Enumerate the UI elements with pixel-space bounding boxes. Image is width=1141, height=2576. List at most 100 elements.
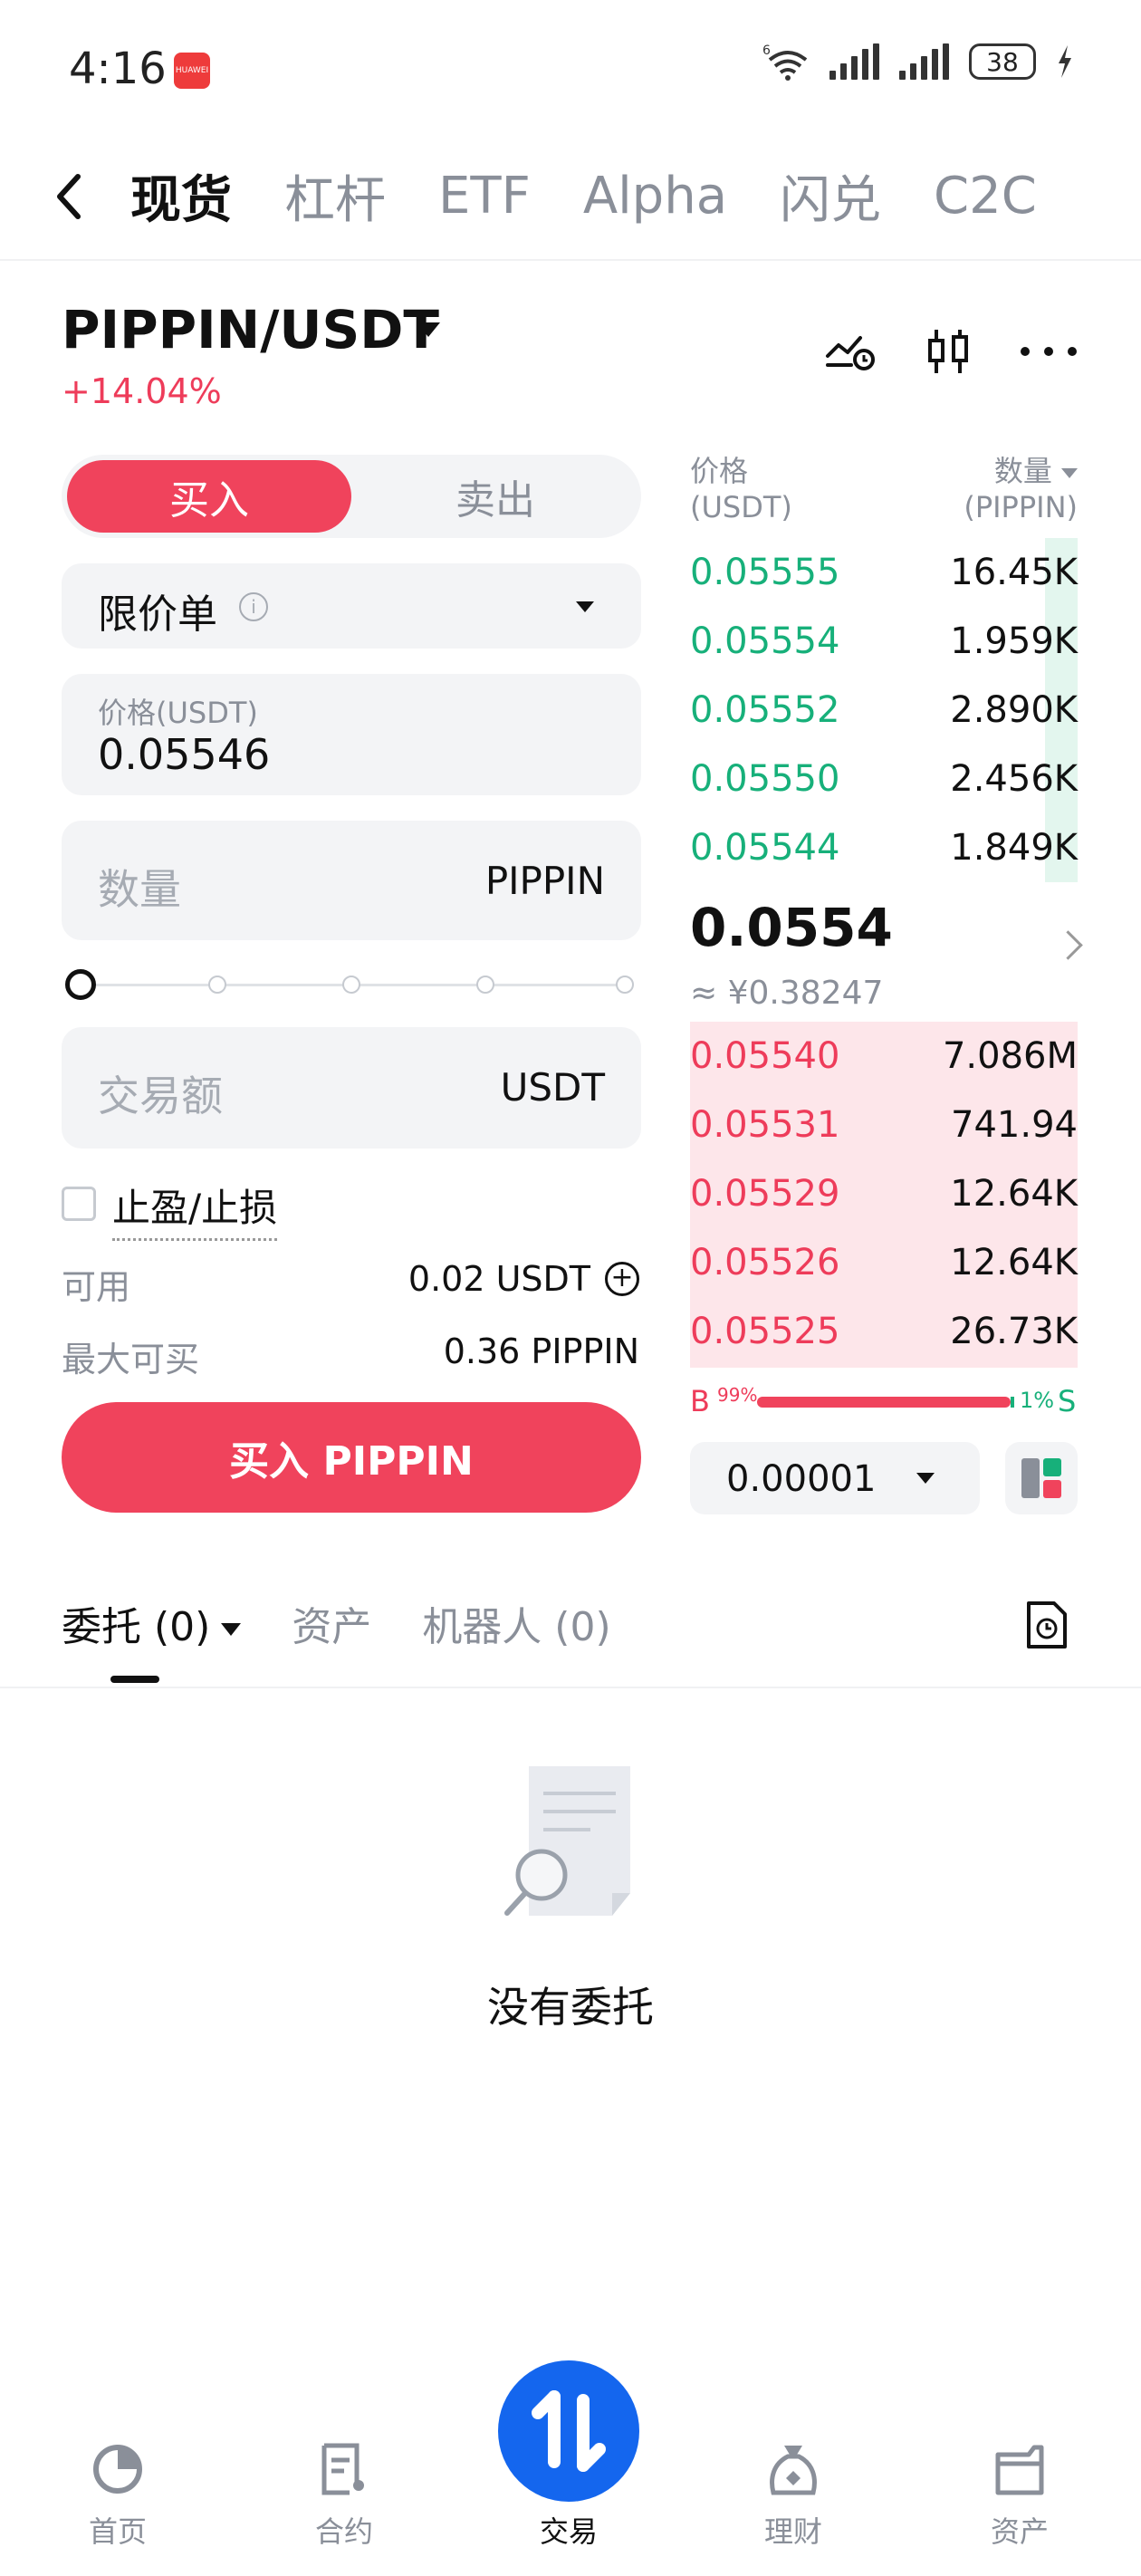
futures-icon[interactable] xyxy=(317,2442,371,2496)
amount-unit: USDT xyxy=(500,1065,605,1110)
price-label: 价格(USDT) xyxy=(98,696,258,730)
ratio-sell-label: S xyxy=(1058,1384,1077,1418)
last-price-fiat: ≈ ¥0.38247 xyxy=(690,975,884,1012)
slider-stop-25[interactable] xyxy=(208,976,226,994)
bid-qty: 741.94 xyxy=(951,1104,1078,1146)
tab-convert[interactable]: 闪兑 xyxy=(780,159,881,233)
tab-assets[interactable]: 资产 xyxy=(292,1594,371,1652)
ask-qty: 2.890K xyxy=(950,689,1078,731)
earn-icon[interactable] xyxy=(766,2442,820,2496)
tab-c2c[interactable]: C2C xyxy=(934,167,1037,226)
nav-home[interactable]: 首页 xyxy=(36,2509,199,2551)
ask-row[interactable]: 0.05554 1.959K xyxy=(690,607,1078,676)
slider-stop-100[interactable] xyxy=(616,976,634,994)
bid-row[interactable]: 0.05526 12.64K xyxy=(690,1228,1078,1297)
trade-button[interactable] xyxy=(498,2360,639,2502)
ratio-sell-pct: 1% xyxy=(1020,1388,1055,1413)
nav-assets[interactable]: 资产 xyxy=(938,2509,1101,2551)
back-arrow-icon[interactable] xyxy=(51,169,87,224)
signal-2-icon xyxy=(899,43,949,80)
buy-tab[interactable]: 买入 xyxy=(67,460,351,533)
ask-row[interactable]: 0.05544 1.849K xyxy=(690,813,1078,882)
bid-row[interactable]: 0.05525 26.73K xyxy=(690,1297,1078,1366)
nav-futures[interactable]: 合约 xyxy=(263,2509,426,2551)
pair-actions xyxy=(824,326,1078,377)
signal-1-icon xyxy=(829,43,879,80)
more-icon[interactable] xyxy=(1020,344,1078,359)
bid-row[interactable]: 0.05529 12.64K xyxy=(690,1159,1078,1228)
slider-stop-50[interactable] xyxy=(342,976,360,994)
orderbook-qty-header[interactable]: 数量 (PIPPIN) xyxy=(964,453,1078,525)
ask-row[interactable]: 0.05555 16.45K xyxy=(690,538,1078,607)
precision-select[interactable]: 0.00001 xyxy=(690,1442,980,1514)
price-input[interactable]: 价格(USDT) 0.05546 xyxy=(62,674,641,795)
orders-divider xyxy=(0,1687,1141,1688)
buy-submit-button[interactable]: 买入 PIPPIN xyxy=(62,1402,641,1513)
open-orders-label: 委托 (0) xyxy=(62,1604,211,1650)
ask-row[interactable]: 0.05552 2.890K xyxy=(690,676,1078,745)
assets-icon[interactable] xyxy=(992,2442,1047,2496)
available-label: 可用 xyxy=(62,1267,131,1307)
price-header-unit: (USDT) xyxy=(690,490,792,524)
max-buy-label: 最大可买 xyxy=(62,1340,200,1379)
last-price[interactable]: 0.0554 xyxy=(690,897,893,958)
amount-input[interactable]: 交易额 USDT xyxy=(62,1027,641,1149)
price-alert-icon[interactable] xyxy=(824,329,878,374)
ask-qty: 1.959K xyxy=(950,620,1078,662)
quantity-input[interactable]: 数量 PIPPIN xyxy=(62,821,641,940)
bid-row[interactable]: 0.05540 7.086M xyxy=(690,1022,1078,1091)
max-buy-value: 0.36 PIPPIN xyxy=(443,1331,639,1371)
huawei-app-icon: HUAWEI xyxy=(174,53,210,89)
pair-change: +14.04% xyxy=(62,371,222,411)
ask-price: 0.05544 xyxy=(690,827,840,869)
orderbook-layout-button[interactable] xyxy=(1005,1442,1078,1514)
sell-tab[interactable]: 卖出 xyxy=(353,460,638,533)
tab-bots[interactable]: 机器人 (0) xyxy=(422,1594,610,1652)
nav-trade[interactable]: 交易 xyxy=(487,2509,650,2551)
tpsl-label[interactable]: 止盈/止损 xyxy=(112,1177,278,1241)
layout-icon xyxy=(1021,1458,1061,1498)
bid-price: 0.05526 xyxy=(690,1242,840,1283)
orderbook-price-header: 价格 (USDT) xyxy=(690,453,792,525)
order-history-icon[interactable] xyxy=(1023,1600,1070,1650)
pair-dropdown-icon[interactable] xyxy=(417,322,440,337)
order-type-select[interactable]: 限价单 i xyxy=(62,563,641,649)
quantity-unit: PIPPIN xyxy=(484,859,605,903)
status-time: 4:16 xyxy=(69,43,167,94)
order-type-label: 限价单 xyxy=(98,591,217,638)
ratio-buy-bar xyxy=(757,1397,1011,1408)
tpsl-checkbox[interactable] xyxy=(62,1187,96,1221)
ask-row[interactable]: 0.05550 2.456K xyxy=(690,745,1078,813)
status-icons: 6 38 xyxy=(762,42,1074,82)
add-funds-icon[interactable]: + xyxy=(605,1262,639,1296)
wifi-icon: 6 xyxy=(762,43,808,81)
tab-spot[interactable]: 现货 xyxy=(130,159,232,233)
tab-alpha[interactable]: Alpha xyxy=(583,167,727,226)
bid-qty: 7.086M xyxy=(942,1035,1078,1077)
slider-stop-75[interactable] xyxy=(476,976,494,994)
slider-handle[interactable] xyxy=(65,969,96,1000)
ask-qty: 1.849K xyxy=(950,827,1078,869)
bid-qty: 12.64K xyxy=(950,1173,1078,1215)
battery-icon: 38 xyxy=(969,43,1036,80)
price-value[interactable]: 0.05546 xyxy=(98,730,270,779)
candlestick-chart-icon[interactable] xyxy=(925,326,973,377)
orders-tabs: 委托 (0) 资产 机器人 (0) xyxy=(62,1594,662,1652)
pair-selector[interactable]: PIPPIN/USDT xyxy=(62,299,439,360)
tab-open-orders[interactable]: 委托 (0) xyxy=(62,1594,242,1652)
available-row: 0.02 USDT + xyxy=(408,1259,639,1299)
ask-qty: 2.456K xyxy=(950,758,1078,800)
sort-caret-icon xyxy=(1061,467,1078,478)
tab-margin[interactable]: 杠杆 xyxy=(284,159,386,233)
ask-price: 0.05555 xyxy=(690,552,840,593)
info-icon[interactable]: i xyxy=(239,592,268,621)
tab-etf[interactable]: ETF xyxy=(438,167,531,226)
ask-price: 0.05554 xyxy=(690,620,840,662)
bid-row[interactable]: 0.05531 741.94 xyxy=(690,1091,1078,1159)
nav-earn[interactable]: 理财 xyxy=(712,2509,875,2551)
chevron-down-icon xyxy=(576,601,594,612)
chevron-down-icon xyxy=(221,1623,242,1636)
empty-orders-illustration xyxy=(504,1766,630,1916)
home-icon[interactable] xyxy=(91,2442,145,2496)
chevron-right-icon[interactable] xyxy=(1053,930,1083,960)
